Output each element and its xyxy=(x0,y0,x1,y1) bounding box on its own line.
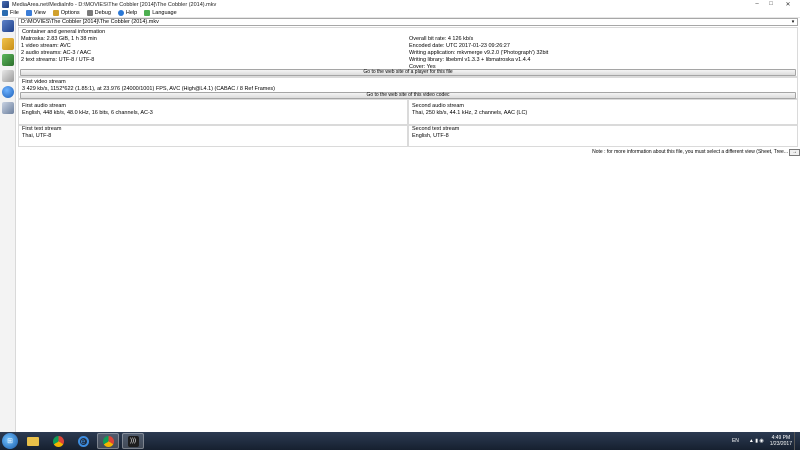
chrome-icon[interactable] xyxy=(97,433,119,449)
text-panel-2: Second text stream English, UTF-8 xyxy=(408,125,798,147)
mediainfo-icon[interactable]: ))) xyxy=(122,433,144,449)
menu-view[interactable]: View xyxy=(25,10,46,16)
main-content: D:\MOVIES\The Cobbler [2014]\The Cobbler… xyxy=(18,18,800,432)
menu-options[interactable]: Options xyxy=(52,10,80,16)
menu-options-label: Options xyxy=(60,10,80,16)
general-right-3: Writing library: libebml v1.3.3 + libmat… xyxy=(409,57,531,63)
audio-2-title: Second audio stream xyxy=(412,103,464,109)
menu-help-label: Help xyxy=(125,10,138,16)
text-panel-1: First text stream Thai, UTF-8 xyxy=(18,125,408,147)
player-website-button[interactable]: Go to the web site of a player for this … xyxy=(20,69,796,76)
title-bar: MediaArea.net/MediaInfo - D:\MOVIES\The … xyxy=(0,0,800,9)
language-icon xyxy=(144,10,151,16)
show-desktop-button[interactable] xyxy=(794,432,800,450)
sheet-icon[interactable] xyxy=(2,70,14,82)
video-title: First video stream xyxy=(22,79,66,85)
menu-language[interactable]: Language xyxy=(144,10,177,16)
general-right-0: Overall bit rate: 4 126 kb/s xyxy=(409,36,474,42)
text-1-title: First text stream xyxy=(22,126,62,132)
preferences-icon[interactable] xyxy=(2,102,14,114)
note-arrow-button[interactable]: → xyxy=(789,149,800,156)
file-path: D:\MOVIES\The Cobbler [2014]\The Cobbler… xyxy=(21,19,159,25)
general-right-1: Encoded date: UTC 2017-01-23 09:26:27 xyxy=(409,43,510,49)
audio-1-title: First audio stream xyxy=(22,103,67,109)
audio-1-line: English, 448 kb/s, 48.0 kHz, 16 bits, 6 … xyxy=(22,110,153,116)
clock[interactable]: 4:49 PM 1/23/2017 xyxy=(770,435,792,447)
tray-arrows-icon[interactable]: ▲ ▮ ◉ xyxy=(749,438,764,444)
taskbar: ⊞ e ))) EN ▲ ▮ ◉ 4:49 PM 1/23/2017 xyxy=(0,432,800,450)
view-note: Note : for more information about this f… xyxy=(592,149,788,155)
menu-language-label: Language xyxy=(152,10,177,16)
general-left-2: 2 audio streams: AC-3 / AAC xyxy=(21,50,92,56)
menu-view-label: View xyxy=(33,10,46,16)
menu-debug[interactable]: Debug xyxy=(86,10,111,16)
maximize-button[interactable]: □ xyxy=(764,0,778,8)
menu-file[interactable]: File xyxy=(2,10,19,16)
open-folder-icon[interactable] xyxy=(2,38,14,50)
help-icon xyxy=(117,10,124,16)
sidebar-toolbar xyxy=(0,18,16,432)
clock-date: 1/23/2017 xyxy=(769,441,792,447)
chevron-down-icon[interactable]: ▾ xyxy=(789,19,797,25)
text-2-title: Second text stream xyxy=(412,126,460,132)
chrome-icon[interactable] xyxy=(47,433,69,449)
file-selector[interactable]: D:\MOVIES\The Cobbler [2014]\The Cobbler… xyxy=(18,18,798,26)
video-panel: First video stream 3 429 kb/s, 1152*622 … xyxy=(18,77,798,99)
about-icon[interactable] xyxy=(2,86,14,98)
menu-debug-label: Debug xyxy=(94,10,111,16)
start-button[interactable]: ⊞ xyxy=(2,433,18,449)
general-left-0: Matroska: 2.83 GiB, 1 h 38 min xyxy=(21,36,97,42)
general-panel: Container and general information Matros… xyxy=(18,27,798,77)
audio-panel-2: Second audio stream Thai, 250 kb/s, 44.1… xyxy=(408,99,798,125)
menu-file-label: File xyxy=(10,10,19,16)
menu-help[interactable]: Help xyxy=(117,10,138,16)
text-2-line: English, UTF-8 xyxy=(412,133,449,139)
general-title: Container and general information xyxy=(22,29,106,35)
general-left-3: 2 text streams: UTF-8 / UTF-8 xyxy=(21,57,95,63)
close-button[interactable]: ✕ xyxy=(778,0,798,8)
audio-panel-1: First audio stream English, 448 kb/s, 48… xyxy=(18,99,408,125)
export-icon[interactable] xyxy=(2,54,14,66)
system-tray: EN ▲ ▮ ◉ 4:49 PM 1/23/2017 xyxy=(732,432,792,450)
debug-icon xyxy=(86,10,93,16)
view-icon xyxy=(25,10,32,16)
codec-website-button[interactable]: Go to the web site of this video codec xyxy=(20,92,796,99)
text-1-line: Thai, UTF-8 xyxy=(22,133,52,139)
window-title: MediaArea.net/MediaInfo - D:\MOVIES\The … xyxy=(12,1,217,8)
file-icon xyxy=(2,10,8,16)
general-right-2: Writing application: mkvmerge v9.2.0 ('P… xyxy=(409,50,549,56)
window-controls: – □ ✕ xyxy=(750,0,798,9)
explorer-icon[interactable] xyxy=(22,433,44,449)
menu-bar: File View Options Debug Help Language xyxy=(0,9,800,18)
ie-icon[interactable]: e xyxy=(72,433,94,449)
audio-2-line: Thai, 250 kb/s, 44.1 kHz, 2 channels, AA… xyxy=(412,110,528,116)
open-file-icon[interactable] xyxy=(2,20,14,32)
options-icon xyxy=(52,10,59,16)
general-left-1: 1 video stream: AVC xyxy=(21,43,71,49)
minimize-button[interactable]: – xyxy=(750,0,764,8)
mediainfo-app-icon xyxy=(2,1,9,8)
language-indicator[interactable]: EN xyxy=(732,438,739,444)
